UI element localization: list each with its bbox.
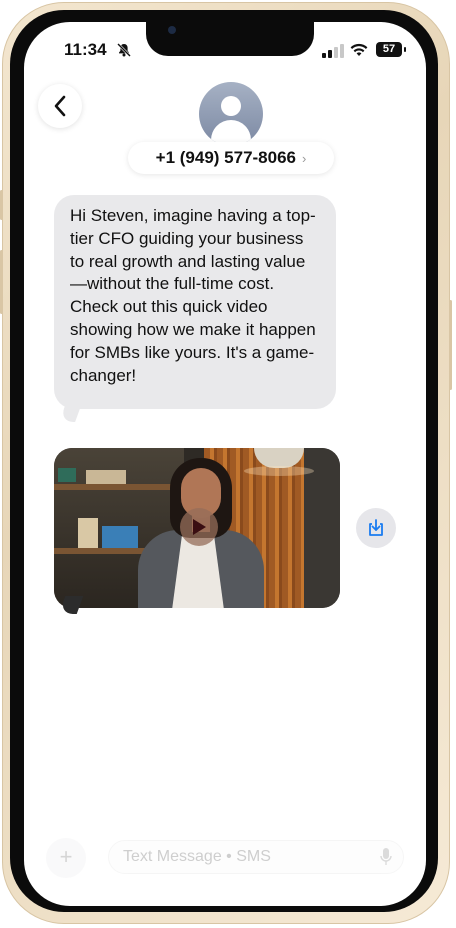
chevron-right-icon: › <box>302 150 307 166</box>
cellular-signal-icon <box>322 44 344 58</box>
message-input[interactable] <box>108 840 404 874</box>
save-video-button[interactable] <box>356 508 396 548</box>
status-time: 11:34 <box>64 40 107 59</box>
messages-screen: 11:34 57 +1 (949) 577-8066 › Hi Steven, … <box>24 22 426 906</box>
play-button[interactable] <box>180 508 218 546</box>
side-button-left <box>0 190 3 220</box>
avatar-icon[interactable] <box>199 82 263 146</box>
video-shelf <box>54 484 184 490</box>
camera-icon <box>168 26 176 34</box>
video-books <box>78 518 98 548</box>
video-lamp-glow <box>244 466 314 476</box>
back-button[interactable] <box>38 84 82 128</box>
play-icon <box>193 519 206 535</box>
message-bubble[interactable]: Hi Steven, imagine having a top-tier CFO… <box>54 195 336 409</box>
microphone-icon[interactable] <box>380 848 392 866</box>
contact-phone-number: +1 (949) 577-8066 <box>155 148 296 167</box>
bell-slash-icon <box>117 43 131 57</box>
video-books <box>86 470 126 484</box>
side-button-left-2 <box>0 250 3 314</box>
message-paragraph-2: Check out this quick video showing how w… <box>70 297 316 385</box>
back-chevron-icon <box>54 95 66 117</box>
video-books <box>58 468 76 482</box>
plus-icon[interactable]: + <box>46 838 86 878</box>
save-download-icon <box>369 519 383 536</box>
contact-header[interactable]: +1 (949) 577-8066 › <box>128 142 334 174</box>
video-attachment[interactable] <box>54 448 340 608</box>
battery-icon: 57 <box>376 42 406 57</box>
wifi-icon <box>350 43 368 56</box>
message-paragraph-1: Hi Steven, imagine having a top-tier CFO… <box>70 206 316 294</box>
side-button-right <box>449 300 452 390</box>
bubble-tail <box>59 406 81 422</box>
video-books <box>102 526 138 548</box>
message-composer: + <box>24 834 426 878</box>
status-bar: 11:34 57 <box>24 40 426 62</box>
